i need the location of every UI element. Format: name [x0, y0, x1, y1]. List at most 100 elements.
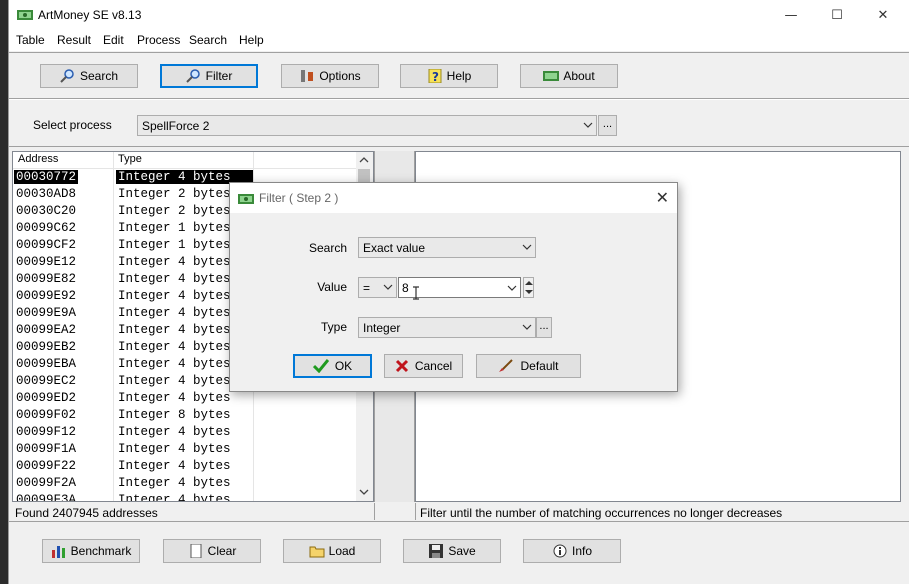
artmoney-logo-icon — [238, 194, 254, 204]
window-title: ArtMoney SE v8.13 — [38, 8, 142, 22]
table-row[interactable]: 00099EA2 Integer 4 bytes — [13, 322, 253, 339]
blank-page-icon — [190, 544, 202, 558]
menu-table[interactable]: Table — [16, 33, 45, 47]
close-button[interactable]: ✕ — [860, 0, 906, 31]
load-button[interactable]: Load — [283, 539, 381, 563]
default-button[interactable]: Default — [476, 354, 581, 378]
row-address: 00099F3A — [16, 493, 77, 502]
table-row[interactable]: 00099F3A Integer 4 bytes — [13, 492, 253, 502]
scroll-down-icon[interactable] — [359, 488, 369, 496]
row-type: Integer 4 bytes — [118, 425, 231, 439]
table-row[interactable]: 00099F02 Integer 8 bytes — [13, 407, 253, 424]
type-select-value: Integer — [363, 321, 401, 335]
clear-button-label: Clear — [207, 544, 237, 558]
row-address: 00099E92 — [16, 289, 77, 303]
process-browse-button[interactable]: ... — [598, 115, 617, 136]
search-button-label: Search — [79, 69, 119, 83]
table-row[interactable]: 00099E92 Integer 4 bytes — [13, 288, 253, 305]
row-type: Integer 4 bytes — [118, 476, 231, 490]
benchmark-button[interactable]: Benchmark — [42, 539, 140, 563]
save-button[interactable]: Save — [403, 539, 501, 563]
column-address[interactable]: Address — [18, 153, 58, 165]
options-tools-icon — [301, 70, 314, 82]
menu-search[interactable]: Search — [189, 33, 227, 47]
table-row[interactable]: 00099EB2 Integer 4 bytes — [13, 339, 253, 356]
table-row[interactable]: 00030C20 Integer 2 bytes — [13, 203, 253, 220]
table-row[interactable]: 00099F22 Integer 4 bytes — [13, 458, 253, 475]
table-row[interactable]: 00099E12 Integer 4 bytes — [13, 254, 253, 271]
select-process-label: Select process — [33, 118, 112, 132]
row-type: Integer 4 bytes — [118, 272, 231, 286]
row-type: Integer 4 bytes — [118, 391, 231, 405]
about-button[interactable]: About — [520, 64, 618, 88]
filter-button[interactable]: Filter — [160, 64, 258, 88]
search-button[interactable]: Search — [40, 64, 138, 88]
save-button-label: Save — [448, 544, 476, 558]
row-address: 00099C62 — [16, 221, 77, 235]
menu-edit[interactable]: Edit — [103, 33, 124, 47]
title-bar[interactable]: ArtMoney SE v8.13 — ☐ ✕ — [9, 0, 909, 31]
row-type: Integer 8 bytes — [118, 408, 231, 422]
type-options-button[interactable]: ... — [536, 317, 552, 338]
table-row[interactable]: 00099EBA Integer 4 bytes — [13, 356, 253, 373]
dialog-close-button[interactable]: ✕ — [656, 188, 669, 207]
table-row[interactable]: 00099CF2 Integer 1 bytes — [13, 237, 253, 254]
table-row[interactable]: 00099F2A Integer 4 bytes — [13, 475, 253, 492]
row-type: Integer 4 bytes — [118, 459, 231, 473]
row-type: Integer 4 bytes — [118, 374, 231, 388]
value-input[interactable]: 8 — [398, 277, 521, 300]
value-spinner[interactable] — [523, 277, 534, 298]
about-button-label: About — [563, 69, 595, 83]
table-row[interactable]: 00099E82 Integer 4 bytes — [13, 271, 253, 288]
row-address: 00099F12 — [16, 425, 77, 439]
type-select[interactable]: Integer — [358, 317, 536, 338]
spin-down-icon[interactable] — [525, 289, 533, 295]
help-button[interactable]: ? Help — [400, 64, 498, 88]
menu-result[interactable]: Result — [57, 33, 91, 47]
minimize-button[interactable]: — — [768, 0, 814, 31]
table-row[interactable]: 00030AD8 Integer 2 bytes — [13, 186, 253, 203]
artmoney-logo-icon — [17, 10, 33, 20]
table-row[interactable]: 00099ED2 Integer 4 bytes — [13, 390, 253, 407]
cancel-button[interactable]: Cancel — [384, 354, 463, 378]
operator-select[interactable]: = — [358, 277, 397, 298]
row-address: 00099E82 — [16, 272, 77, 286]
process-select[interactable]: SpellForce 2 — [137, 115, 597, 136]
row-address: 00030C20 — [16, 204, 77, 218]
spin-up-icon[interactable] — [525, 280, 533, 286]
row-type: Integer 4 bytes — [118, 493, 231, 502]
dialog-title-bar[interactable]: Filter ( Step 2 ) ✕ — [230, 183, 677, 213]
row-type: Integer 2 bytes — [118, 187, 231, 201]
search-mode-select[interactable]: Exact value — [358, 237, 536, 258]
info-button[interactable]: Info — [523, 539, 621, 563]
ok-button[interactable]: OK — [293, 354, 372, 378]
question-mark-icon: ? — [428, 69, 442, 83]
row-address: 00099F2A — [16, 476, 77, 490]
filter-hint-status: Filter until the number of matching occu… — [420, 506, 783, 520]
column-type[interactable]: Type — [118, 153, 142, 165]
about-logo-icon — [543, 71, 560, 81]
table-row[interactable]: 00099EC2 Integer 4 bytes — [13, 373, 253, 390]
table-row[interactable]: 00099F12 Integer 4 bytes — [13, 424, 253, 441]
row-address: 00030AD8 — [16, 187, 77, 201]
row-address: 00099E12 — [16, 255, 77, 269]
row-address: 00099CF2 — [16, 238, 77, 252]
chevron-down-icon[interactable] — [507, 283, 517, 293]
cross-icon — [395, 359, 408, 373]
table-row[interactable]: 00030772 Integer 4 bytes — [13, 169, 253, 186]
table-row[interactable]: 00099E9A Integer 4 bytes — [13, 305, 253, 322]
scroll-up-icon[interactable] — [359, 156, 369, 164]
clear-button[interactable]: Clear — [163, 539, 261, 563]
maximize-button[interactable]: ☐ — [814, 0, 860, 31]
list-header: Address Type — [13, 152, 357, 169]
ok-button-label: OK — [334, 359, 353, 373]
table-row[interactable]: 00099C62 Integer 1 bytes — [13, 220, 253, 237]
bar-chart-icon — [51, 546, 65, 558]
folder-open-icon — [309, 546, 325, 558]
menu-help[interactable]: Help — [239, 33, 264, 47]
options-button[interactable]: Options — [281, 64, 379, 88]
row-address: 00099E9A — [16, 306, 77, 320]
table-row[interactable]: 00099F1A Integer 4 bytes — [13, 441, 253, 458]
row-type: Integer 1 bytes — [118, 238, 231, 252]
menu-process[interactable]: Process — [137, 33, 180, 47]
